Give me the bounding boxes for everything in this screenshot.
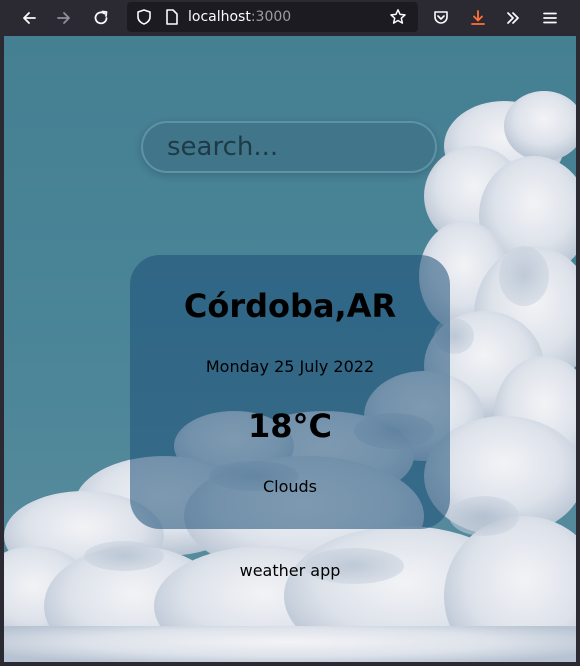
reload-button[interactable] bbox=[88, 5, 114, 31]
app-menu-button[interactable] bbox=[537, 5, 563, 31]
page-icon[interactable] bbox=[163, 8, 181, 26]
chevron-double-right-icon bbox=[507, 12, 519, 24]
url-host: localhost bbox=[188, 9, 251, 25]
reload-icon bbox=[94, 10, 108, 25]
search-input[interactable] bbox=[141, 121, 437, 173]
date-text: Monday 25 July 2022 bbox=[205, 357, 375, 376]
url-text[interactable]: localhost:3000 bbox=[188, 9, 291, 25]
shield-icon[interactable] bbox=[135, 8, 153, 26]
overflow-button[interactable] bbox=[500, 5, 526, 31]
arrow-right-icon bbox=[57, 12, 70, 24]
page-viewport: Córdoba,AR Monday 25 July 2022 18°C Clou… bbox=[4, 36, 576, 662]
footer-label: weather app bbox=[239, 561, 341, 580]
browser-window: localhost:3000 search... Córdoba,AR Mond… bbox=[0, 0, 580, 666]
city-name: Córdoba,AR bbox=[183, 287, 397, 325]
url-bar[interactable]: localhost:3000 bbox=[127, 2, 418, 32]
temperature: 18°C bbox=[247, 407, 332, 445]
window-border-right bbox=[576, 36, 580, 666]
browser-toolbar: localhost:3000 bbox=[0, 0, 580, 36]
hamburger-menu-icon bbox=[543, 12, 557, 24]
url-port: :3000 bbox=[250, 9, 292, 25]
back-button[interactable] bbox=[16, 5, 42, 31]
weather-card: Córdoba,AR Monday 25 July 2022 18°C Clou… bbox=[130, 255, 450, 529]
forward-button[interactable] bbox=[51, 5, 77, 31]
arrow-left-icon bbox=[23, 12, 36, 24]
downloads-button[interactable] bbox=[465, 5, 491, 31]
weather-condition: Clouds bbox=[262, 477, 318, 496]
download-icon bbox=[471, 10, 485, 25]
pocket-button[interactable] bbox=[428, 5, 454, 31]
star-icon[interactable] bbox=[389, 8, 407, 26]
pocket-icon bbox=[434, 11, 448, 24]
window-border-bottom bbox=[0, 662, 580, 666]
